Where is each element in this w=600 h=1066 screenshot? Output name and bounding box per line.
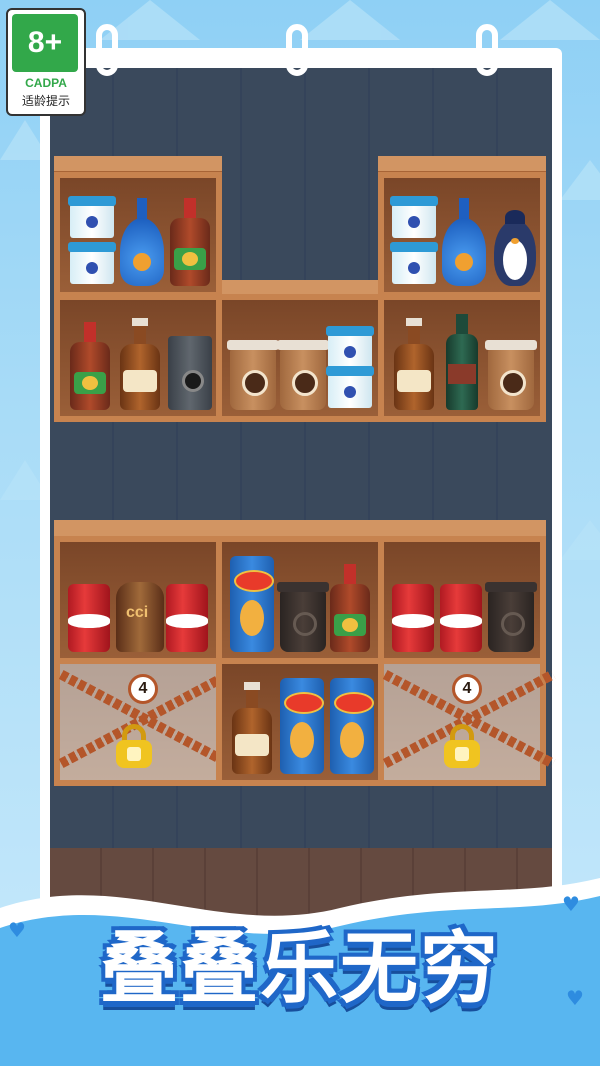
rating-org: CADPA <box>25 76 67 90</box>
lock-icon[interactable] <box>444 724 480 768</box>
pringles-can[interactable] <box>230 556 274 652</box>
binder-ring <box>476 24 498 76</box>
blue-bottle[interactable] <box>442 198 486 286</box>
black-coffee-cup[interactable] <box>277 582 329 652</box>
shelf-slot[interactable] <box>54 172 222 298</box>
beer-bottle[interactable] <box>394 318 434 410</box>
yogurt-cup[interactable] <box>390 242 438 284</box>
pringles-can[interactable] <box>330 678 374 774</box>
age-rating: 8+ <box>12 14 78 72</box>
cola-can[interactable] <box>440 584 482 652</box>
blue-bottle[interactable] <box>120 198 164 286</box>
binder-ring <box>286 24 308 76</box>
cola-can[interactable] <box>392 584 434 652</box>
cola-can[interactable] <box>68 584 110 652</box>
shelf-slot[interactable] <box>54 536 222 664</box>
age-rating-badge: 8+ CADPA 适龄提示 <box>6 8 86 116</box>
shelf-slot[interactable] <box>54 294 222 422</box>
coffee-cup[interactable] <box>227 340 279 410</box>
yogurt-cup[interactable] <box>390 196 438 238</box>
ketchup-bottle[interactable] <box>330 564 370 652</box>
beer-bottle[interactable] <box>120 318 160 410</box>
ketchup-bottle[interactable] <box>170 198 210 286</box>
locked-shelf-slot[interactable]: 4 <box>54 658 232 786</box>
lock-count-badge: 4 <box>452 674 482 704</box>
shelf-slot[interactable] <box>216 294 384 422</box>
yogurt-cup[interactable] <box>326 366 374 408</box>
lock-count-badge: 4 <box>128 674 158 704</box>
shelf-slot[interactable] <box>216 536 384 664</box>
lock-icon[interactable] <box>116 724 152 768</box>
juicer[interactable] <box>168 336 212 410</box>
green-bottle[interactable] <box>446 314 478 410</box>
black-coffee-cup[interactable] <box>485 582 537 652</box>
yogurt-cup[interactable] <box>326 326 374 368</box>
yogurt-cup[interactable] <box>68 242 116 284</box>
coffee-cup[interactable] <box>485 340 537 410</box>
penguin-toy[interactable] <box>490 210 540 286</box>
cola-can[interactable] <box>166 584 208 652</box>
coffee-cup[interactable] <box>277 340 329 410</box>
pringles-can[interactable] <box>280 678 324 774</box>
locked-shelf-slot[interactable]: 4 <box>378 658 556 786</box>
yogurt-cup[interactable] <box>68 196 116 238</box>
shelf-slot[interactable] <box>378 294 546 422</box>
binder-ring <box>96 24 118 76</box>
beer-bottle[interactable] <box>232 682 272 774</box>
ketchup-bottle[interactable] <box>70 322 110 410</box>
shelf-slot[interactable] <box>216 658 384 786</box>
juice-bottle[interactable] <box>116 582 164 652</box>
rating-tip: 适龄提示 <box>21 94 70 108</box>
shelf-slot[interactable] <box>378 536 546 664</box>
game-title: 叠叠乐无穷 <box>99 924 500 1014</box>
shelf-slot[interactable] <box>378 172 546 298</box>
